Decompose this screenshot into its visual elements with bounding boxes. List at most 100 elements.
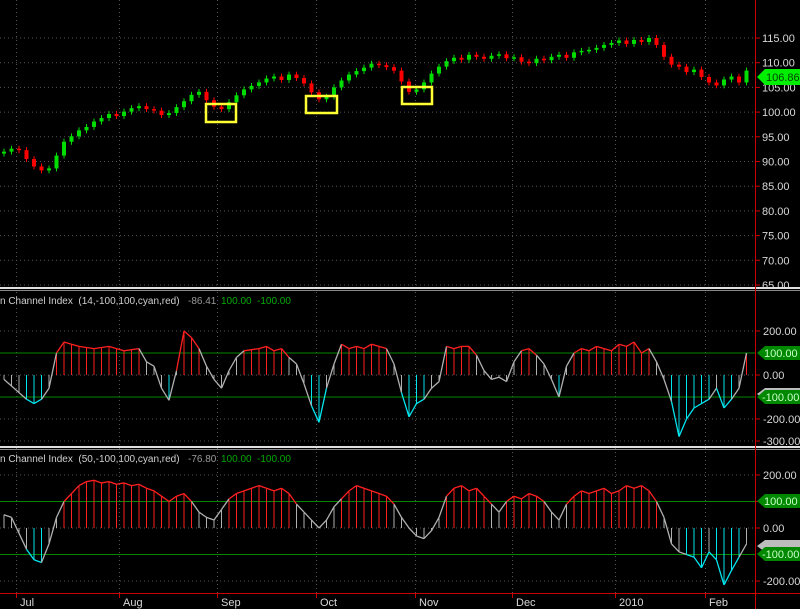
panel-divider-shadow — [0, 449, 800, 450]
candle-body — [362, 67, 366, 72]
cci-tick-label: 200.00 — [763, 326, 797, 338]
candle-body — [182, 101, 186, 108]
price-tick-label: 80.00 — [762, 206, 790, 218]
month-label: Sep — [221, 597, 241, 609]
candle-body — [107, 114, 111, 119]
candle-body — [692, 69, 696, 73]
candle-body — [399, 70, 404, 82]
candle-body — [167, 113, 171, 116]
candle — [62, 138, 66, 159]
candle-body — [234, 95, 239, 103]
lower-level-tag-text: -100.00 — [762, 392, 799, 404]
cci-tick-label: -300.00 — [763, 436, 800, 448]
candle-body — [744, 70, 749, 83]
candle-body — [684, 66, 689, 73]
indicator-title: n Channel Index (50,-100,100,cyan,red) — [0, 454, 180, 465]
upper-level-tag-text: 100.00 — [764, 496, 798, 508]
candle-body — [197, 91, 201, 95]
cci-tick-label: 200.00 — [763, 470, 797, 482]
candle-body — [294, 74, 299, 79]
price-tick-label: 70.00 — [762, 255, 790, 267]
candle-body — [77, 130, 81, 137]
indicator-upper-level: 100.00 — [221, 454, 252, 465]
candle-body — [219, 106, 224, 110]
indicator-upper-level: 100.00 — [221, 296, 252, 307]
panel-divider[interactable] — [0, 287, 800, 289]
candle-body — [459, 57, 464, 60]
candle-body — [189, 94, 194, 102]
candle-body — [444, 61, 449, 67]
candle-body — [354, 71, 359, 75]
last-price-value: 106.86 — [766, 72, 800, 84]
cci50-header: n Channel Index (50,-100,100,cyan,red) -… — [0, 454, 291, 465]
candle-body — [2, 151, 6, 154]
candle-body — [174, 107, 179, 114]
candle-body — [737, 76, 741, 83]
candle-body — [579, 50, 584, 53]
candle-body — [669, 56, 674, 65]
candle-body — [414, 89, 419, 92]
candle-body — [32, 159, 36, 167]
cci-tick-label: 0.00 — [763, 370, 784, 382]
candle-body — [677, 64, 681, 67]
month-label: Jul — [20, 597, 34, 609]
candle-body — [144, 106, 149, 110]
indicator-value: -76.80 — [188, 454, 217, 465]
candle-body — [99, 118, 104, 122]
candle-body — [377, 63, 381, 66]
month-label: Nov — [419, 597, 439, 609]
candle-body — [534, 58, 539, 64]
candle-body — [549, 56, 554, 61]
month-label: Oct — [320, 597, 337, 609]
candle-body — [482, 56, 486, 59]
candle-body — [129, 108, 134, 112]
month-label: Feb — [709, 597, 728, 609]
candle-body — [9, 148, 14, 152]
candle-body — [489, 55, 494, 59]
price-tick-label: 100.00 — [762, 107, 796, 119]
candle-body — [257, 82, 261, 86]
candle-body — [527, 61, 531, 64]
candle-body — [279, 76, 284, 80]
candle-body — [602, 44, 606, 48]
candle-body — [152, 109, 156, 111]
candle-body — [714, 82, 719, 86]
candle-body — [504, 54, 509, 59]
month-label: Dec — [516, 597, 536, 609]
cci-tick-label: -200.00 — [763, 414, 800, 426]
candle-body — [639, 39, 644, 42]
candle-body — [467, 54, 471, 60]
month-label: 2010 — [619, 597, 643, 609]
candle-body — [249, 85, 254, 90]
candle-body — [587, 49, 591, 52]
indicator-lower-level: -100.00 — [257, 454, 291, 465]
price-tick-label: 90.00 — [762, 157, 790, 169]
panel-divider[interactable] — [0, 446, 800, 448]
candle-body — [392, 67, 396, 71]
month-label: Aug — [123, 597, 143, 609]
candle-body — [24, 150, 29, 160]
candle-body — [17, 148, 21, 151]
stock-chart[interactable]: 115.00110.00105.00100.0095.0090.0085.008… — [0, 0, 800, 609]
cci14-header: n Channel Index (14,-100,100,cyan,red) -… — [0, 296, 291, 307]
candle-body — [632, 39, 636, 44]
candle-body — [122, 111, 126, 117]
last-price-tag: 106.86 — [757, 69, 800, 85]
candle-body — [114, 114, 119, 117]
candle-body — [564, 54, 569, 58]
candle-body — [47, 168, 51, 171]
price-tick-label: 75.00 — [762, 231, 790, 243]
candle-body — [654, 38, 659, 45]
candle-body — [54, 155, 59, 169]
candle-body — [729, 76, 734, 80]
candle-body — [722, 79, 726, 86]
candle-body — [624, 40, 629, 44]
candle-body — [39, 166, 44, 171]
panel-divider-shadow — [0, 290, 800, 291]
price-tick-label: 110.00 — [762, 58, 795, 70]
candle-body — [92, 121, 96, 127]
candle-body — [62, 141, 66, 156]
candle-body — [617, 40, 621, 43]
candle-body — [204, 91, 209, 101]
candle-body — [707, 77, 711, 83]
